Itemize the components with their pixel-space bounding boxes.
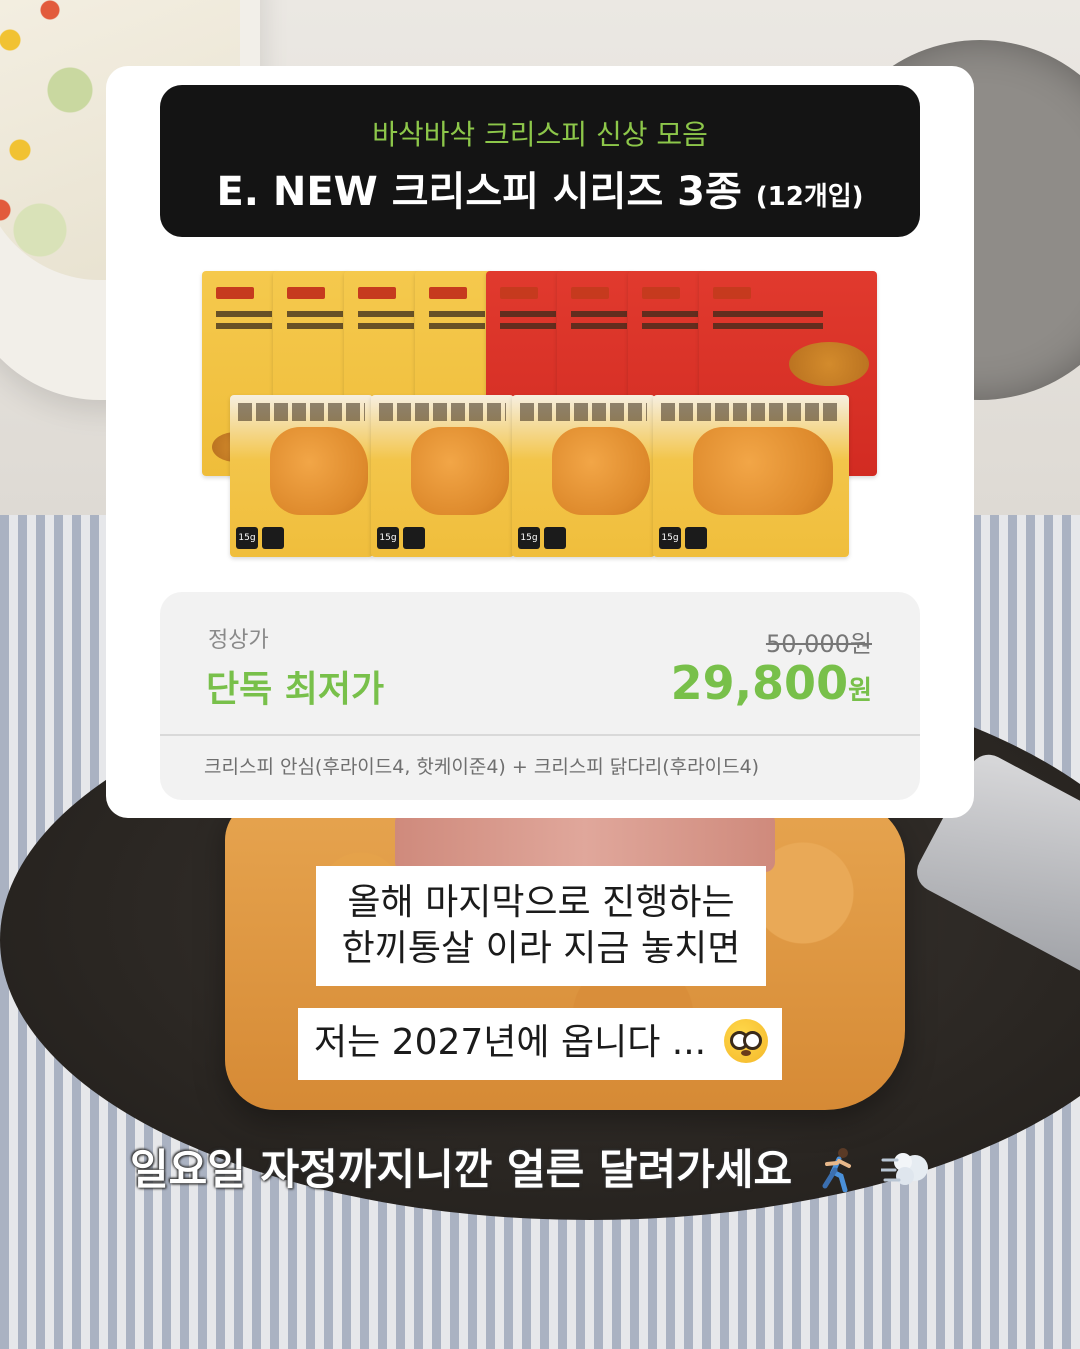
pack-text-lines — [500, 311, 556, 335]
running-person-icon — [822, 1147, 851, 1192]
pack-cutlet-photo — [270, 427, 368, 515]
package-contents: 크리스피 안심(후라이드4, 핫케이준4) + 크리스피 닭다리(후라이드4) — [204, 756, 760, 778]
pack-text-lines — [429, 311, 485, 335]
dashing-away-icon — [881, 1152, 929, 1185]
bottom-caption-text: 일요일 자정까지니깐 얼른 달려가세요 — [130, 1145, 793, 1194]
flushed-face-mouth — [740, 1050, 751, 1056]
pack-title-bar — [379, 403, 506, 421]
pack-protein-badge: 15g — [659, 527, 681, 549]
sale-price-value: 29,800 — [670, 656, 849, 710]
caption-box-1: 올해 마지막으로 진행하는 한끼통살 이라 지금 놓치면 — [316, 866, 766, 986]
caption-line-3: 저는 2027년에 옵니다 ... — [314, 1022, 707, 1063]
pack-title-bar — [661, 403, 841, 421]
product-card[interactable]: 바삭바삭 크리스피 신상 모음 E. NEW 크리스피 시리즈 3종 (12개입… — [106, 66, 974, 818]
pack-brand-label — [571, 287, 609, 299]
pack-text-lines — [358, 311, 414, 335]
product-image: 15g 15g 15g 15g — [202, 271, 878, 559]
sale-price: 29,800원 — [671, 656, 872, 710]
pack-drumstick: 15g — [371, 395, 514, 557]
caption-line-2: 한끼통살 이라 지금 놓치면 — [341, 928, 741, 969]
header-banner: 바삭바삭 크리스피 신상 모음 E. NEW 크리스피 시리즈 3종 (12개입… — [160, 85, 920, 237]
pack-title-bar — [238, 403, 365, 421]
pack-text-lines — [642, 311, 698, 335]
pack-text-lines — [571, 311, 627, 335]
best-price-label: 단독 최저가 — [206, 669, 385, 710]
pack-drumstick: 15g — [230, 395, 373, 557]
header-subtitle: 바삭바삭 크리스피 신상 모음 — [372, 118, 708, 151]
pack-protein-badge: 15g — [377, 527, 399, 549]
pack-badges: 15g — [659, 527, 707, 549]
header-count: (12개입) — [755, 182, 864, 212]
pack-food-photo — [789, 342, 869, 386]
pack-text-lines — [216, 311, 272, 335]
pack-badge-icon — [544, 527, 566, 549]
pack-brand-label — [642, 287, 680, 299]
pack-badge-icon — [685, 527, 707, 549]
pack-cutlet-photo — [411, 427, 509, 515]
price-divider — [160, 734, 920, 736]
pack-drumstick: 15g — [512, 395, 655, 557]
flushed-face-icon — [723, 1019, 768, 1063]
pack-brand-label — [358, 287, 396, 299]
chicken-inside — [395, 812, 775, 872]
pack-badges: 15g — [518, 527, 566, 549]
regular-price-label: 정상가 — [208, 628, 269, 653]
pack-brand-label — [429, 287, 467, 299]
bottom-caption: 일요일 자정까지니깐 얼른 달려가세요 — [130, 1136, 960, 1196]
pack-text-lines — [287, 311, 343, 335]
pack-brand-label — [500, 287, 538, 299]
pack-brand-label — [713, 287, 751, 299]
pack-title-bar — [520, 403, 647, 421]
pack-text-lines — [713, 311, 823, 335]
pack-protein-badge: 15g — [518, 527, 540, 549]
pack-protein-badge: 15g — [236, 527, 258, 549]
sale-price-unit: 원 — [848, 676, 872, 706]
pack-cutlet-photo — [693, 427, 833, 515]
caption-line-1: 올해 마지막으로 진행하는 — [347, 882, 735, 923]
original-price: 50,000원 — [765, 630, 872, 658]
price-box: 정상가 단독 최저가 50,000원 29,800원 크리스피 안심(후라이드4… — [160, 592, 920, 800]
pack-brand-label — [216, 287, 254, 299]
pack-badges: 15g — [377, 527, 425, 549]
pack-brand-label — [287, 287, 325, 299]
pack-badge-icon — [403, 527, 425, 549]
header-title-text: E. NEW 크리스피 시리즈 3종 — [216, 169, 742, 215]
pack-cutlet-photo — [552, 427, 650, 515]
header-title: E. NEW 크리스피 시리즈 3종 (12개입) — [160, 159, 920, 217]
caption-box-2: 저는 2027년에 옵니다 ... — [298, 1008, 782, 1080]
pack-drumstick: 15g — [653, 395, 849, 557]
pack-badge-icon — [262, 527, 284, 549]
pack-badges: 15g — [236, 527, 284, 549]
